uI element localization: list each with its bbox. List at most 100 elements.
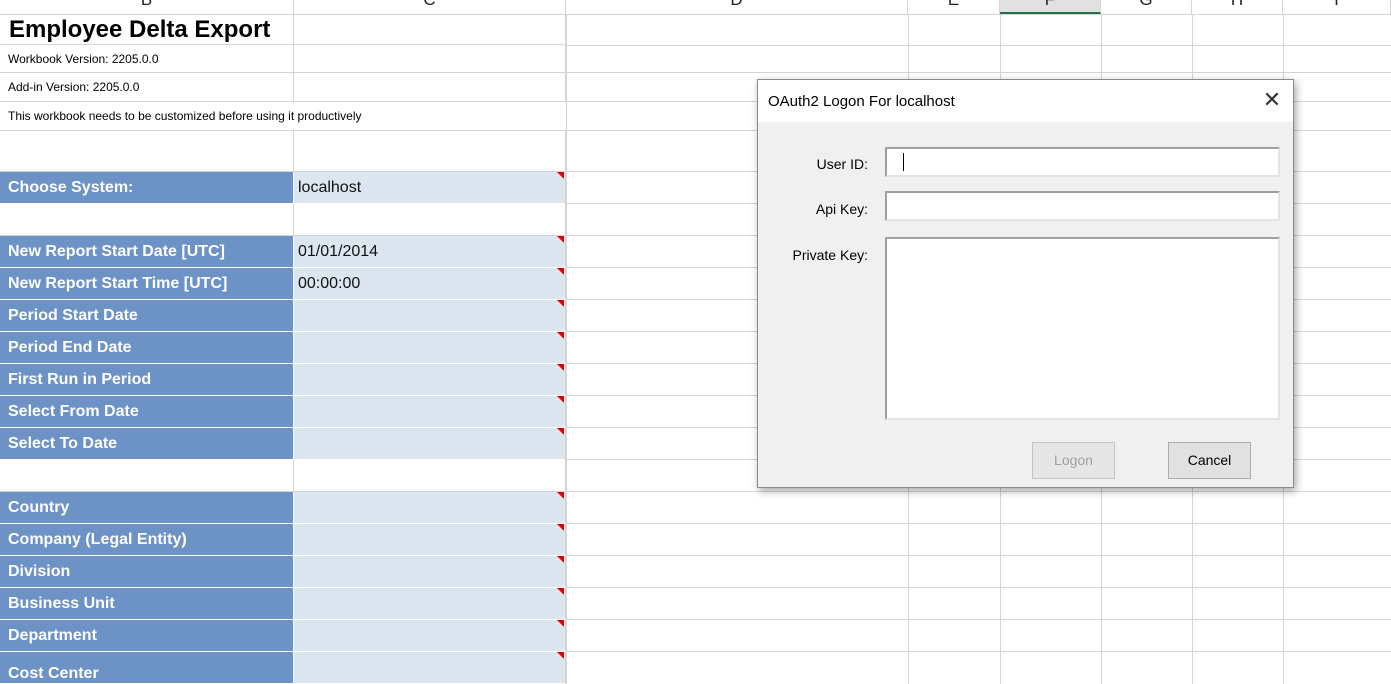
column-header-bar: B C D E F G H I [0,0,1391,15]
cancel-button[interactable]: Cancel [1168,442,1251,479]
sheet-cell[interactable] [294,45,566,73]
field-label[interactable]: New Report Start Date [UTC] [0,236,294,268]
sheet-cell[interactable] [294,460,566,492]
sheet-row: Select To Date [0,428,566,460]
column-header-i[interactable]: I [1283,0,1391,14]
comment-indicator-icon [557,268,564,275]
field-label[interactable]: Country [0,492,294,524]
sheet-row: Country [0,492,566,524]
field-value-cell[interactable] [294,492,566,524]
dialog-title: OAuth2 Logon For localhost [768,93,955,110]
grid-line [566,491,1391,492]
field-label[interactable]: New Report Start Time [UTC] [0,268,294,300]
column-header-d[interactable]: D [566,0,908,14]
column-header-c[interactable]: C [294,0,566,14]
addin-version-cell[interactable]: Add-in Version: 2205.0.0 [0,73,294,102]
grid-line [566,651,1391,652]
column-header-h[interactable]: H [1192,0,1283,14]
sheet-cell[interactable] [0,204,294,236]
comment-indicator-icon [557,556,564,563]
api-key-label: Api Key: [815,201,868,217]
sheet-row: First Run in Period [0,364,566,396]
sheet-cell[interactable] [294,204,566,236]
api-key-field[interactable] [885,191,1280,221]
field-value-cell[interactable] [294,396,566,428]
user-id-label: User ID: [816,156,868,172]
comment-indicator-icon [557,620,564,627]
field-label[interactable]: Choose System: [0,172,294,204]
logon-button[interactable]: Logon [1032,442,1115,479]
field-label[interactable]: Department [0,620,294,652]
field-label[interactable]: Select To Date [0,428,294,460]
field-value-cell[interactable] [294,652,566,684]
sheet-cell[interactable] [294,15,566,45]
user-id-field[interactable] [885,147,1280,177]
workbook-version-cell[interactable]: Workbook Version: 2205.0.0 [0,45,294,73]
comment-indicator-icon [557,236,564,243]
field-value-cell[interactable] [294,300,566,332]
start-time-value-cell[interactable]: 00:00:00 [294,268,566,300]
comment-indicator-icon [557,588,564,595]
field-label[interactable]: Business Unit [0,588,294,620]
field-value-cell[interactable] [294,556,566,588]
field-value-cell[interactable] [294,588,566,620]
sheet-title[interactable]: Employee Delta Export [0,15,294,45]
sheet-row: New Report Start Date [UTC] 01/01/2014 [0,236,566,268]
column-header-b[interactable]: B [0,0,294,14]
grid-line [566,15,567,684]
field-value: 00:00:00 [298,274,361,292]
sheet-row: New Report Start Time [UTC] 00:00:00 [0,268,566,300]
field-label[interactable]: First Run in Period [0,364,294,396]
sheet-row: Workbook Version: 2205.0.0 [0,45,566,73]
grid-line [566,555,1391,556]
start-date-value-cell[interactable]: 01/01/2014 [294,236,566,268]
comment-indicator-icon [557,332,564,339]
sheet-row: Select From Date [0,396,566,428]
close-icon[interactable]: ✕ [1261,89,1283,111]
comment-indicator-icon [557,428,564,435]
sheet-row: Period Start Date [0,300,566,332]
column-header-f[interactable]: F [1000,0,1101,14]
comment-indicator-icon [557,652,564,659]
field-label[interactable]: Select From Date [0,396,294,428]
field-value-cell[interactable] [294,428,566,460]
sheet-row: Business Unit [0,588,566,620]
sheet-row: This workbook needs to be customized bef… [0,102,566,131]
comment-indicator-icon [557,364,564,371]
sheet-row [0,460,566,492]
column-header-e[interactable]: E [908,0,1000,14]
field-value-cell[interactable] [294,364,566,396]
grid-line [566,45,1391,46]
dialog-titlebar[interactable]: OAuth2 Logon For localhost ✕ [758,80,1293,122]
field-label[interactable]: Cost Center [0,652,294,684]
sheet-cell[interactable] [294,131,566,172]
sheet-cell[interactable] [0,131,294,172]
comment-indicator-icon [557,524,564,531]
sheet-cell[interactable] [294,73,566,102]
sheet-cell[interactable] [0,460,294,492]
field-value: 01/01/2014 [298,242,379,260]
grid-line [566,72,1391,73]
comment-indicator-icon [557,396,564,403]
comment-indicator-icon [557,300,564,307]
text-cursor [903,153,904,171]
sheet-row [0,131,566,172]
sheet-row: Add-in Version: 2205.0.0 [0,73,566,102]
field-label[interactable]: Company (Legal Entity) [0,524,294,556]
field-value-cell[interactable] [294,332,566,364]
field-value-cell[interactable] [294,620,566,652]
field-value-cell[interactable] [294,524,566,556]
column-header-g[interactable]: G [1101,0,1192,14]
sheet-row: Employee Delta Export [0,15,566,45]
system-value-cell[interactable]: localhost [294,172,566,204]
private-key-field[interactable] [885,237,1280,420]
sheet-row: Choose System: localhost [0,172,566,204]
field-label[interactable]: Period Start Date [0,300,294,332]
sheet-row: Division [0,556,566,588]
field-label[interactable]: Division [0,556,294,588]
customize-note-cell[interactable]: This workbook needs to be customized bef… [0,102,566,131]
field-label[interactable]: Period End Date [0,332,294,364]
field-value: localhost [298,178,362,196]
grid-line [566,523,1391,524]
comment-indicator-icon [557,172,564,179]
